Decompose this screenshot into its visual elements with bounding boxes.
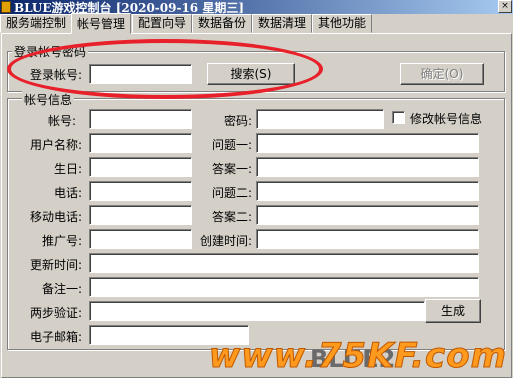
tab-data-cleanup[interactable]: 数据清理: [252, 14, 312, 33]
account-input[interactable]: [89, 109, 192, 129]
twofa-label: 两步验证:: [30, 306, 83, 320]
answer1-input[interactable]: [256, 157, 479, 177]
phone-label: 电话:: [54, 186, 83, 200]
modify-account-label[interactable]: 修改帐号信息: [410, 110, 482, 127]
question1-input[interactable]: [256, 133, 479, 153]
username-label: 用户名称:: [30, 138, 83, 152]
account-label: 帐号:: [48, 114, 77, 128]
updated-time-input[interactable]: [89, 253, 479, 273]
tab-other-functions[interactable]: 其他功能: [312, 14, 372, 33]
phone-input[interactable]: [89, 181, 192, 201]
modify-account-checkbox[interactable]: [392, 111, 405, 124]
question2-label: 问题二:: [212, 186, 253, 200]
promo-label: 推广号:: [42, 234, 83, 248]
question1-label: 问题一:: [212, 138, 253, 152]
login-account-label: 登录帐号:: [30, 68, 83, 82]
answer2-input[interactable]: [256, 205, 479, 225]
watermark-logo: www.75KF.com: [208, 336, 507, 377]
app-icon: [1, 1, 11, 13]
title-bar: BLUE游戏控制台 [2020-09-16 星期三]: [0, 0, 513, 14]
tab-data-backup[interactable]: 数据备份: [192, 14, 252, 33]
birthday-label: 生日:: [54, 162, 83, 176]
twofa-input[interactable]: [89, 301, 425, 321]
promo-input[interactable]: [89, 229, 192, 249]
mobile-label: 移动电话:: [30, 210, 83, 224]
question2-input[interactable]: [256, 181, 479, 201]
answer1-label: 答案一:: [212, 162, 253, 176]
password-input[interactable]: [256, 109, 384, 129]
note1-label: 备注一:: [42, 282, 83, 296]
confirm-button: 确定(O): [400, 63, 484, 85]
search-button[interactable]: 搜索(S): [207, 63, 295, 85]
created-time-label: 创建时间:: [200, 234, 253, 248]
tab-config-wizard[interactable]: 配置向导: [132, 14, 192, 33]
account-info-title: 帐号信息: [22, 91, 75, 108]
password-label: 密码:: [224, 114, 253, 128]
tab-server-control[interactable]: 服务端控制: [0, 14, 72, 33]
email-label: 电子邮箱:: [30, 330, 83, 344]
tab-bar: 服务端控制 帐号管理 配置向导 数据备份 数据清理 其他功能: [0, 13, 513, 34]
login-account-input[interactable]: [89, 64, 192, 84]
answer2-label: 答案二:: [212, 210, 253, 224]
updated-time-label: 更新时间:: [30, 258, 83, 272]
created-time-input[interactable]: [256, 229, 479, 249]
tab-account-management[interactable]: 帐号管理: [71, 13, 131, 34]
window-title: BLUE游戏控制台 [2020-09-16 星期三]: [14, 1, 245, 14]
note1-input[interactable]: [89, 277, 479, 297]
birthday-input[interactable]: [89, 157, 192, 177]
login-group-title: 登录帐号密码: [12, 43, 89, 60]
username-input[interactable]: [89, 133, 192, 153]
close-icon[interactable]: ×: [498, 0, 512, 13]
mobile-input[interactable]: [89, 205, 192, 225]
generate-button[interactable]: 生成: [425, 299, 481, 323]
